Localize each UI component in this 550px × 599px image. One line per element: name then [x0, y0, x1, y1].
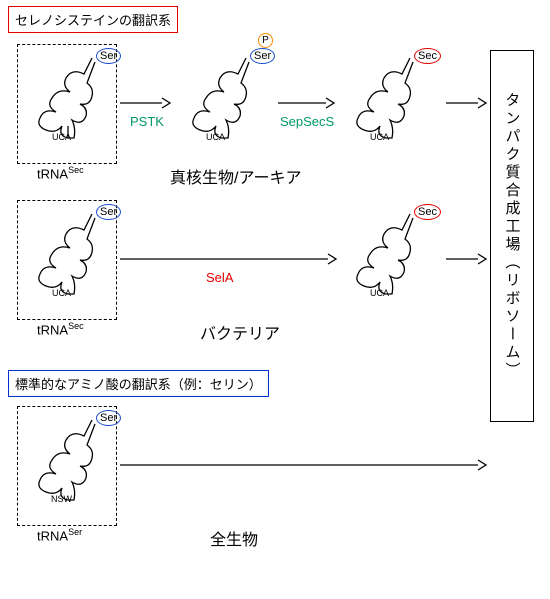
- anticodon-3: UCA: [370, 132, 389, 142]
- p-text: P: [262, 35, 269, 46]
- sec-oval-2: Sec: [414, 204, 441, 220]
- sec-oval-1: Sec: [414, 48, 441, 64]
- sepsecs-label: SepSecS: [280, 114, 334, 129]
- trna-sec-base-1: tRNA: [37, 166, 68, 181]
- ribosome-label: タンパク質合成工場（リボソーム）: [502, 92, 523, 380]
- trna-sec-label-2: tRNASec: [37, 321, 84, 337]
- trna-sec-base-2: tRNA: [37, 322, 68, 337]
- ser-oval-3: Ser: [96, 204, 121, 220]
- trna-sec-label-1: tRNASec: [37, 165, 84, 181]
- arrow-sepsecs: [276, 95, 336, 111]
- anticodon-4: UCA: [52, 288, 71, 298]
- title-selenocysteine: セレノシステインの翻訳系: [8, 6, 178, 33]
- sela-label: SelA: [206, 270, 233, 285]
- p-circle: P: [258, 33, 273, 48]
- title-standard-text: 標準的なアミノ酸の翻訳系（例：セリン）: [15, 377, 262, 392]
- anticodon-6: NSW: [51, 494, 72, 504]
- ser-oval-2: Ser: [250, 48, 275, 64]
- trna-ser-sup: Ser: [68, 527, 82, 537]
- trna-ser-base: tRNA: [37, 528, 68, 543]
- trna-sec-sup-1: Sec: [68, 165, 84, 175]
- anticodon-5: UCA: [370, 288, 389, 298]
- pathway-bacteria: バクテリア: [200, 320, 280, 344]
- arrow-to-ribosome-3: [118, 457, 488, 473]
- pathway-eukaryote: 真核生物/アーキア: [170, 164, 302, 188]
- title-selenocysteine-text: セレノシステインの翻訳系: [15, 13, 171, 28]
- arrow-pstk: [118, 95, 172, 111]
- ser-oval-1: Ser: [96, 48, 121, 64]
- ser-oval-4: Ser: [96, 410, 121, 426]
- title-standard: 標準的なアミノ酸の翻訳系（例：セリン）: [8, 370, 269, 397]
- anticodon-2: UCA: [206, 132, 225, 142]
- trna-sec-sup-2: Sec: [68, 321, 84, 331]
- diagram-canvas: セレノシステインの翻訳系 タンパク質合成工場（リボソーム） UCA Ser tR…: [0, 0, 550, 599]
- anticodon-1: UCA: [52, 132, 71, 142]
- trna-ser-label: tRNASer: [37, 527, 82, 543]
- pstk-label: PSTK: [130, 114, 164, 129]
- ribosome-box: タンパク質合成工場（リボソーム）: [490, 50, 534, 422]
- pathway-all: 全生物: [210, 526, 258, 550]
- arrow-sela: [118, 251, 338, 267]
- arrow-to-ribosome-1: [444, 95, 488, 111]
- arrow-to-ribosome-2: [444, 251, 488, 267]
